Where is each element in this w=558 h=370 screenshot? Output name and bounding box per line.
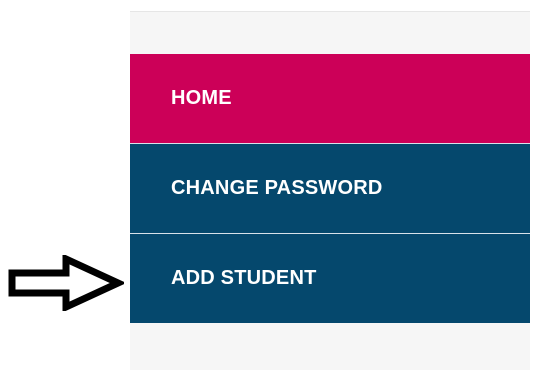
sidebar-menu: HOME CHANGE PASSWORD ADD STUDENT — [130, 54, 530, 323]
sidebar-item-home[interactable]: HOME — [130, 54, 530, 143]
left-margin — [0, 0, 130, 370]
right-arrow-outline-icon — [8, 255, 124, 311]
right-margin — [530, 0, 558, 370]
sidebar-item-change-password[interactable]: CHANGE PASSWORD — [130, 143, 530, 233]
sidebar-item-add-student[interactable]: ADD STUDENT — [130, 233, 530, 323]
